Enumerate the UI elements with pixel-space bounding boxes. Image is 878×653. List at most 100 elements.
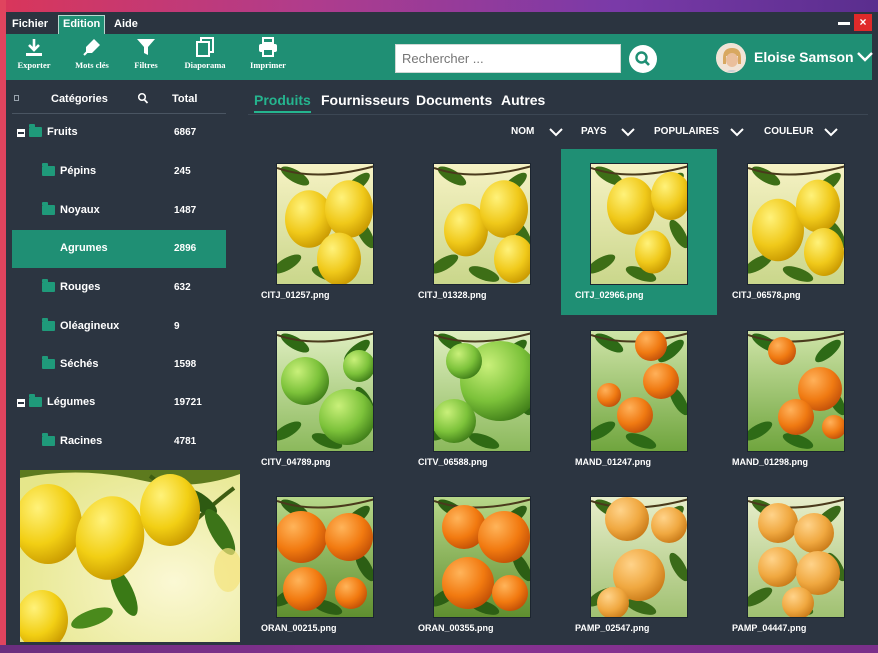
thumbnail-filename: CITV_04789.png	[261, 457, 331, 467]
thumbnail-filename: MAND_01247.png	[575, 457, 652, 467]
category-item[interactable]: Légumes 19721	[12, 384, 226, 422]
folder-icon	[42, 202, 55, 215]
filter-label: POPULAIRES	[654, 126, 720, 137]
avatar	[716, 43, 746, 73]
gallery-item[interactable]: MAND_01247.png	[561, 316, 717, 482]
thumbnail-filename: CITJ_01257.png	[261, 290, 330, 300]
search-input[interactable]	[396, 45, 620, 72]
gallery-item[interactable]: MAND_01298.png	[718, 316, 874, 482]
chevron-down-icon	[857, 52, 873, 62]
tab-produits[interactable]: Produits	[254, 92, 311, 113]
tab-fournisseurs[interactable]: Fournisseurs	[321, 92, 410, 108]
category-item[interactable]: Racines 4781	[12, 423, 226, 461]
category-label: Légumes	[47, 396, 96, 408]
category-count: 245	[174, 166, 191, 177]
gallery-item[interactable]: CITJ_02966.png	[561, 149, 717, 315]
category-count: 2896	[174, 243, 197, 254]
thumbnail-image	[433, 330, 531, 452]
filters-button[interactable]: Filtres	[130, 37, 162, 77]
total-heading: Total	[172, 93, 198, 105]
category-label: Racines	[60, 435, 103, 447]
gallery-item[interactable]: CITJ_06578.png	[718, 149, 874, 315]
thumbnail-image	[590, 330, 688, 452]
collapse-all-icon[interactable]	[14, 95, 19, 101]
toolbar: Exporter Mots clés Filtres Diaporama Imp…	[6, 34, 873, 80]
gallery-item[interactable]: ORAN_00215.png	[247, 482, 403, 648]
print-label: Imprimer	[250, 60, 286, 70]
thumbnail-image	[276, 330, 374, 452]
filter-populaires[interactable]: POPULAIRES	[654, 126, 744, 137]
slideshow-button[interactable]: Diaporama	[176, 37, 234, 77]
menu-edition[interactable]: Edition	[58, 15, 106, 34]
thumbnail-image	[276, 163, 374, 285]
filter-icon	[137, 39, 155, 55]
gallery-item[interactable]: CITJ_01328.png	[404, 149, 560, 315]
folder-icon	[42, 318, 55, 331]
search-button[interactable]	[629, 45, 657, 73]
search-icon[interactable]	[137, 92, 149, 106]
gallery-item[interactable]: CITJ_01257.png	[247, 149, 403, 315]
filter-label: NOM	[511, 126, 535, 137]
folder-icon	[42, 279, 55, 292]
collapse-toggle-icon[interactable]	[17, 129, 25, 137]
filter-nom[interactable]: NOM	[511, 126, 563, 137]
thumbnail-image	[276, 496, 374, 618]
category-item[interactable]: Noyaux 1487	[12, 192, 226, 230]
print-button[interactable]: Imprimer	[244, 37, 292, 77]
category-count: 19721	[174, 397, 202, 408]
category-label: Agrumes	[60, 242, 108, 254]
thumbnail-filename: CITJ_02966.png	[575, 290, 644, 300]
chevron-down-icon	[621, 128, 635, 137]
category-count: 9	[174, 321, 180, 332]
sidebar-header: Catégories Total	[12, 90, 226, 114]
thumbnail-image	[747, 496, 845, 618]
export-button[interactable]: Exporter	[12, 37, 56, 77]
folder-icon	[42, 163, 55, 176]
search-box	[395, 44, 621, 73]
thumbnail-image	[433, 496, 531, 618]
tab-autres[interactable]: Autres	[501, 92, 545, 108]
thumbnail-filename: ORAN_00355.png	[418, 623, 494, 633]
filter-label: COULEUR	[764, 126, 814, 137]
chevron-down-icon	[730, 128, 744, 137]
thumbnail-filename: ORAN_00215.png	[261, 623, 337, 633]
menu-fichier[interactable]: Fichier	[8, 16, 52, 34]
filter-pays[interactable]: PAYS	[581, 126, 635, 137]
collapse-toggle-icon[interactable]	[17, 399, 25, 407]
slideshow-label: Diaporama	[184, 60, 226, 70]
app-window: Fichier Edition Aide × Exporter Mots clé…	[6, 12, 874, 648]
gallery-item[interactable]: PAMP_02547.png	[561, 482, 717, 648]
category-item[interactable]: Séchés 1598	[12, 346, 226, 384]
categories-heading: Catégories	[51, 93, 108, 105]
category-label: Séchés	[60, 358, 99, 370]
thumbnail-filename: PAMP_02547.png	[575, 623, 650, 633]
category-item[interactable]: Fruits 6867	[12, 114, 226, 152]
folder-icon	[42, 356, 55, 369]
filter-couleur[interactable]: COULEUR	[764, 126, 838, 137]
close-button[interactable]: ×	[854, 14, 872, 31]
category-count: 1487	[174, 205, 197, 216]
category-label: Fruits	[47, 126, 78, 138]
thumbnail-filename: CITJ_06578.png	[732, 290, 801, 300]
menu-aide[interactable]: Aide	[110, 16, 142, 34]
gallery-item[interactable]: CITV_04789.png	[247, 316, 403, 482]
category-item[interactable]: Agrumes 2896	[12, 230, 226, 268]
folder-icon	[29, 394, 42, 407]
gallery-item[interactable]: ORAN_00355.png	[404, 482, 560, 648]
thumbnail-image	[433, 163, 531, 285]
category-label: Pépins	[60, 165, 97, 177]
tab-documents[interactable]: Documents	[416, 92, 492, 108]
category-count: 4781	[174, 436, 197, 447]
category-label: Oléagineux	[60, 320, 120, 332]
thumbnail-image	[590, 496, 688, 618]
minimize-button[interactable]	[838, 22, 850, 25]
category-item[interactable]: Pépins 245	[12, 153, 226, 191]
keywords-button[interactable]: Mots clés	[68, 37, 116, 77]
category-item[interactable]: Oléagineux 9	[12, 308, 226, 346]
category-item[interactable]: Rouges 632	[12, 269, 226, 307]
thumbnail-filename: MAND_01298.png	[732, 457, 809, 467]
filter-label: PAYS	[581, 126, 607, 137]
chevron-down-icon	[549, 128, 563, 137]
gallery-item[interactable]: CITV_06588.png	[404, 316, 560, 482]
gallery-item[interactable]: PAMP_04447.png	[718, 482, 874, 648]
